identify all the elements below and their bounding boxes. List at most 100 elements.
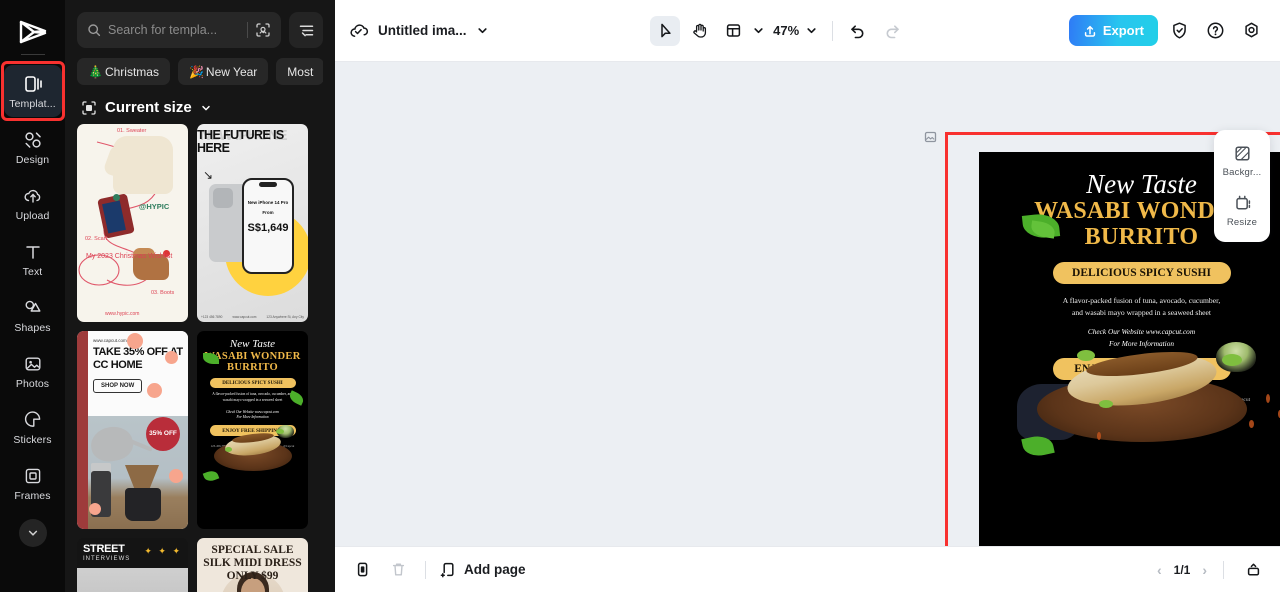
thumb-food-photo (197, 417, 308, 489)
thumb-eyebrow: New Taste (229, 338, 276, 350)
add-page-button[interactable]: Add page (440, 561, 526, 578)
zoom-selector[interactable]: 47% (769, 23, 822, 38)
image-search-icon[interactable] (255, 22, 271, 38)
help-button[interactable] (1200, 16, 1230, 46)
sidebar-item-label: Text (22, 265, 43, 278)
delete-page-button[interactable] (385, 557, 411, 583)
bottom-divider (1223, 560, 1224, 579)
template-card-silk-midi-dress[interactable]: SPECIAL SALE SILK MIDI DRESS ONLY $99 (197, 538, 308, 592)
search-icon (88, 24, 101, 37)
toolbar-center-tools: 47% (499, 15, 1059, 46)
template-card-christmas-wishlist[interactable]: 01. Sweater 02. Scarf 03. Boots @HYPIC M… (77, 124, 188, 322)
capcut-logo-icon[interactable] (16, 16, 50, 48)
layout-icon (726, 24, 740, 37)
thumb-price: S$1,649 (247, 222, 289, 234)
rail-expand-more-button[interactable] (18, 519, 47, 547)
shield-icon (1172, 22, 1186, 39)
phone-notch (259, 182, 277, 187)
peach-dot-decoration (147, 383, 162, 398)
thumb-title: My 2023 Christmas Wishlist (86, 253, 173, 260)
chip-label: Christmas (104, 64, 159, 79)
export-icon (1084, 25, 1095, 37)
capcut-editor-window: Templat... Design Upload Text Shapes Pho… (0, 0, 1280, 592)
template-card-new-iphone[interactable]: NEW IPHONE THE FUTURE IS HERE ↘ New iPho… (197, 124, 308, 322)
template-card-cc-home-sale[interactable]: www.capcut.com TAKE 35% OFF AT CC HOME S… (77, 331, 188, 529)
next-page-button[interactable]: › (1202, 562, 1207, 578)
templates-icon (22, 73, 44, 95)
cursor-icon (660, 23, 671, 38)
hand-tool-button[interactable] (684, 16, 714, 46)
select-tool-button[interactable] (650, 15, 681, 46)
chip-new-year[interactable]: 🎉 New Year (177, 58, 269, 85)
expand-panel-button[interactable] (1240, 557, 1266, 583)
prev-page-button[interactable]: ‹ (1157, 562, 1162, 578)
dock-item-resize[interactable]: Resize (1217, 188, 1267, 234)
chip-label: Most (287, 64, 314, 79)
thumb-footer: +123 456 7890 www.capcut.com 123 Anywher… (201, 315, 304, 319)
phone-camera-illustration (213, 188, 233, 208)
sidebar-item-upload[interactable]: Upload (4, 177, 62, 229)
duplicate-page-button[interactable] (349, 557, 375, 583)
peach-dot-decoration (169, 469, 183, 483)
hand-icon (692, 23, 706, 38)
sidebar-item-templates[interactable]: Templat... (0, 61, 65, 121)
sidebar-item-photos[interactable]: Photos (4, 345, 62, 397)
sidebar-item-stickers[interactable]: Stickers (4, 401, 62, 453)
cloud-saved-icon (350, 23, 369, 37)
top-toolbar: Untitled ima... 47% Export (335, 0, 1280, 62)
dock-item-label: Resize (1226, 217, 1258, 228)
export-button[interactable]: Export (1068, 15, 1158, 46)
template-card-street-interviews[interactable]: STREET INTERVIEWS ✦ ✦ ✦ How much do you … (77, 538, 188, 592)
chevron-down-icon[interactable] (752, 24, 765, 37)
sidebar-item-frames[interactable]: Frames (4, 457, 62, 509)
chip-christmas[interactable]: 🎄 Christmas (77, 58, 170, 85)
sidebar-item-label: Templat... (9, 97, 56, 110)
sparkle-icon: ✦ ✦ ✦ (144, 546, 182, 556)
poster-description-line2: and wasabi mayo wrapped in a seaweed she… (1072, 308, 1211, 317)
right-dock-panel: Backgr... Resize (1214, 130, 1270, 242)
redo-button[interactable] (877, 16, 907, 46)
shield-button[interactable] (1164, 16, 1194, 46)
chip-emoji: 🎄 (88, 64, 103, 79)
bottom-toolbar: Add page ‹ 1/1 › (335, 546, 1280, 592)
thumb-subtitle: INTERVIEWS (83, 556, 131, 562)
thumb-label-boots: 03. Boots (151, 290, 175, 296)
thumb-title: STREET (83, 543, 125, 555)
resize-icon (1235, 195, 1250, 210)
chip-most[interactable]: Most (276, 58, 323, 85)
layout-tool-button[interactable] (718, 16, 748, 46)
page-preview-icon[interactable] (924, 130, 938, 144)
undo-button[interactable] (843, 16, 873, 46)
thumb-label-scarf: 02. Scarf (85, 236, 108, 242)
ornament-dot (113, 194, 120, 201)
dock-item-background[interactable]: Backgr... (1217, 138, 1267, 184)
peach-dot-decoration (165, 351, 178, 364)
templates-panel: Search for templa... 🎄 Christmas 🎉 New Y… (65, 0, 335, 592)
sidebar-item-shapes[interactable]: Shapes (4, 289, 62, 341)
help-icon (1207, 22, 1223, 39)
canvas-area[interactable]: Page 1 New Taste WASABI WONDER (335, 62, 1280, 546)
left-stripe-decoration (77, 331, 88, 529)
page-pager: ‹ 1/1 › (1157, 557, 1266, 583)
thumb-subtitle: New iPhone 14 Pro (247, 200, 289, 205)
expand-panel-icon (1247, 563, 1259, 576)
settings-button[interactable] (1236, 16, 1266, 46)
thumb-url: www.capcut.com (93, 338, 127, 343)
dock-item-label: Backgr... (1222, 167, 1262, 178)
toolbar-divider (832, 20, 834, 41)
sidebar-item-label: Shapes (14, 321, 51, 334)
toolbar-right-actions: Export (1068, 15, 1266, 46)
thumb-footer-web: www.capcut.com (232, 315, 257, 319)
current-size-label: Current size (105, 99, 192, 116)
thumb-cta: SHOP NOW (93, 379, 143, 393)
filter-button[interactable] (289, 12, 323, 48)
sidebar-item-design[interactable]: Design (4, 121, 62, 173)
stickers-icon (22, 409, 44, 431)
template-card-wasabi-wonder-burrito[interactable]: New Taste WASABI WONDER BURRITO DELICIOU… (197, 331, 308, 529)
sidebar-item-text[interactable]: Text (4, 233, 62, 285)
thumb-website: www.hypic.com (105, 311, 140, 317)
discount-seal: 35% OFF (146, 417, 180, 451)
current-size-selector[interactable]: Current size (81, 99, 323, 116)
search-input[interactable]: Search for templa... (77, 12, 281, 48)
document-title-button[interactable]: Untitled ima... (349, 21, 489, 41)
